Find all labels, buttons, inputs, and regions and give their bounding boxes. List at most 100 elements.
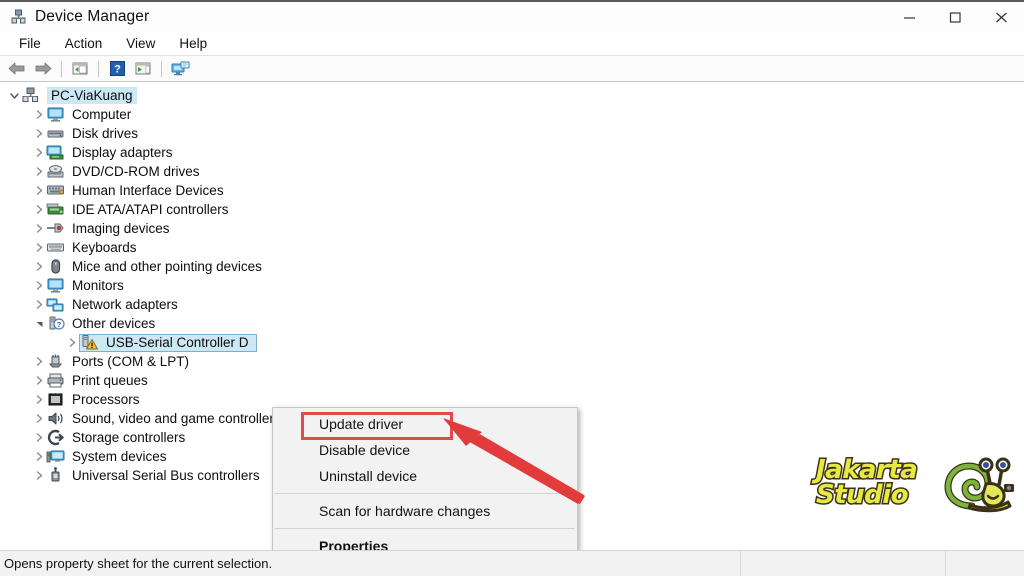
close-button[interactable] (978, 2, 1024, 32)
tree-node-label: Keyboards (72, 240, 137, 255)
chevron-right-icon[interactable] (66, 333, 79, 352)
chevron-right-icon[interactable] (33, 181, 46, 200)
status-divider (740, 551, 741, 576)
tree-node-content: Print queues (46, 372, 155, 390)
minimize-button[interactable] (886, 2, 932, 32)
tree-node-print-queues[interactable]: Print queues (0, 371, 1024, 390)
svg-text:?: ? (57, 320, 62, 329)
tree-node-keyboards[interactable]: Keyboards (0, 238, 1024, 257)
menu-file[interactable]: File (8, 34, 52, 53)
tree-node-label: Imaging devices (72, 221, 170, 236)
toolbar-separator (98, 60, 99, 77)
tree-node-content: Network adapters (46, 296, 185, 314)
tree-node-disk-drives[interactable]: Disk drives (0, 124, 1024, 143)
tree-node-content: System devices (46, 448, 174, 466)
forward-arrow-icon[interactable] (30, 58, 56, 80)
tree-node-label: PC-ViaKuang (47, 87, 137, 104)
hid-icon (46, 182, 66, 199)
tree-node-imaging-devices[interactable]: Imaging devices (0, 219, 1024, 238)
tree-node-label: Monitors (72, 278, 124, 293)
context-menu-separator (275, 528, 575, 529)
chevron-right-icon[interactable] (33, 105, 46, 124)
context-menu-item-uninstall-device[interactable]: Uninstall device (273, 463, 577, 489)
monitor-icon (46, 277, 66, 294)
sound-icon (46, 410, 66, 427)
tree-node-label: USB-Serial Controller D (106, 335, 249, 350)
unknown-device-warning-icon (80, 334, 100, 351)
tree-node-content: Monitors (46, 277, 131, 295)
properties-icon[interactable] (130, 58, 156, 80)
chevron-down-icon[interactable] (33, 314, 46, 333)
context-menu-item-properties[interactable]: Properties (273, 533, 577, 550)
storage-controller-icon (46, 429, 66, 446)
mouse-icon (46, 258, 66, 275)
tree-node-ports-com-lpt[interactable]: Ports (COM & LPT) (0, 352, 1024, 371)
tree-node-content: Keyboards (46, 239, 144, 257)
tree-node-label: Storage controllers (72, 430, 186, 445)
ports-icon (46, 353, 66, 370)
chevron-right-icon[interactable] (33, 219, 46, 238)
tree-node-human-interface-devices[interactable]: Human Interface Devices (0, 181, 1024, 200)
chevron-right-icon[interactable] (33, 371, 46, 390)
tree-node-monitors[interactable]: Monitors (0, 276, 1024, 295)
window-title: Device Manager (35, 8, 150, 25)
tree-node-ide-ata-atapi-controllers[interactable]: IDE ATA/ATAPI controllers (0, 200, 1024, 219)
show-hide-console-tree-icon[interactable] (67, 58, 93, 80)
chevron-right-icon[interactable] (33, 409, 46, 428)
computer-root-icon (21, 87, 41, 104)
maximize-button[interactable] (932, 2, 978, 32)
tree-node-other-devices[interactable]: ? Other devices (0, 314, 1024, 333)
chevron-right-icon[interactable] (33, 447, 46, 466)
menu-action[interactable]: Action (54, 34, 114, 53)
chevron-right-icon[interactable] (33, 352, 46, 371)
tree-node-label: Ports (COM & LPT) (72, 354, 190, 369)
chevron-right-icon[interactable] (33, 428, 46, 447)
tree-node-label: Print queues (72, 373, 148, 388)
tree-node-usb-serial-controller-d[interactable]: USB-Serial Controller D (0, 333, 1024, 352)
main-pane: PC-ViaKuang Computer Disk drives Display a… (0, 82, 1024, 550)
menu-bar: File Action View Help (0, 32, 1024, 56)
tree-node-computer[interactable]: Computer (0, 105, 1024, 124)
chevron-right-icon[interactable] (33, 257, 46, 276)
device-manager-window: Device Manager File Action View Help ? P… (0, 0, 1024, 576)
scan-hardware-changes-icon[interactable] (167, 58, 193, 80)
title-bar: Device Manager (0, 2, 1024, 32)
tree-node-mice-and-other-pointing-devices[interactable]: Mice and other pointing devices (0, 257, 1024, 276)
tree-node-dvd-cd-rom-drives[interactable]: DVD/CD-ROM drives (0, 162, 1024, 181)
tree-node-label: DVD/CD-ROM drives (72, 164, 200, 179)
svg-text:?: ? (114, 64, 121, 76)
chevron-right-icon[interactable] (33, 143, 46, 162)
chevron-right-icon[interactable] (33, 162, 46, 181)
tree-node-label: IDE ATA/ATAPI controllers (72, 202, 229, 217)
chevron-right-icon[interactable] (33, 200, 46, 219)
toolbar: ? (0, 56, 1024, 82)
chevron-right-icon[interactable] (33, 124, 46, 143)
tree-node-content: Processors (46, 391, 147, 409)
context-menu-item-scan-for-hardware-changes[interactable]: Scan for hardware changes (273, 498, 577, 524)
back-arrow-icon[interactable] (4, 58, 30, 80)
processor-icon (46, 391, 66, 408)
status-message: Opens property sheet for the current sel… (4, 556, 273, 571)
chevron-right-icon[interactable] (33, 238, 46, 257)
tree-node-label: Other devices (72, 316, 156, 331)
tree-node-label: Mice and other pointing devices (72, 259, 262, 274)
chevron-right-icon[interactable] (33, 295, 46, 314)
chevron-right-icon[interactable] (33, 466, 46, 485)
context-menu-item-update-driver[interactable]: Update driver (273, 411, 577, 437)
tree-node-root[interactable]: PC-ViaKuang (0, 86, 1024, 105)
chevron-right-icon[interactable] (33, 390, 46, 409)
tree-node-label: Computer (72, 107, 132, 122)
other-devices-icon: ? (46, 315, 66, 332)
tree-node-display-adapters[interactable]: Display adapters (0, 143, 1024, 162)
help-icon[interactable]: ? (104, 58, 130, 80)
menu-view[interactable]: View (115, 34, 166, 53)
device-manager-icon (10, 9, 27, 26)
chevron-down-icon[interactable] (8, 86, 21, 105)
menu-help[interactable]: Help (168, 34, 218, 53)
context-menu-item-disable-device[interactable]: Disable device (273, 437, 577, 463)
chevron-right-icon[interactable] (33, 276, 46, 295)
tree-node-label: System devices (72, 449, 167, 464)
tree-node-content: Sound, video and game controllers (46, 410, 288, 428)
context-menu[interactable]: Update driver Disable device Uninstall d… (272, 407, 578, 550)
tree-node-network-adapters[interactable]: Network adapters (0, 295, 1024, 314)
